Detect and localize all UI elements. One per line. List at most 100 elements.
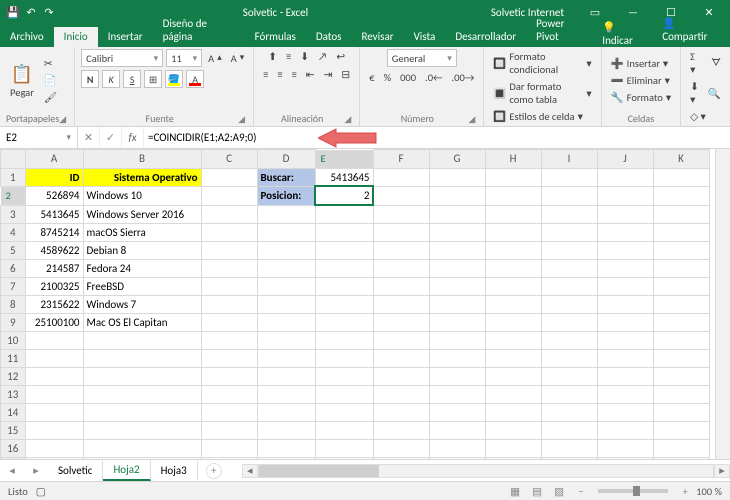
row-header[interactable]: 13	[1, 385, 26, 403]
column-header[interactable]: C	[201, 150, 257, 169]
cell[interactable]	[429, 223, 485, 241]
cell[interactable]	[485, 439, 541, 457]
cell[interactable]	[653, 439, 709, 457]
cell[interactable]	[83, 331, 201, 349]
cell[interactable]	[485, 223, 541, 241]
cell[interactable]	[653, 186, 709, 205]
cell[interactable]	[257, 241, 315, 259]
cell[interactable]	[25, 385, 83, 403]
row-header[interactable]: 4	[1, 223, 26, 241]
formula-input[interactable]: =COINCIDIR(E1;A2:A9;0)	[144, 127, 730, 148]
format-cells-button[interactable]: 🔧 Formato ▾	[608, 90, 675, 105]
merge-button[interactable]: ⊟	[338, 67, 353, 82]
cell[interactable]: 5413645	[315, 168, 373, 186]
cell[interactable]: Posicion:	[257, 186, 315, 205]
cell[interactable]	[429, 277, 485, 295]
column-header[interactable]: E	[316, 150, 373, 168]
autosum-button[interactable]: Σ ▾	[687, 49, 705, 77]
cell[interactable]: Sistema Operativo	[83, 168, 201, 186]
row-header[interactable]: 5	[1, 241, 26, 259]
undo-icon[interactable]: ↶	[24, 6, 38, 20]
cell[interactable]	[541, 349, 597, 367]
cell[interactable]	[429, 295, 485, 313]
cell[interactable]	[315, 421, 373, 439]
cell[interactable]	[257, 439, 315, 457]
sheet-tab-0[interactable]: Solvetic	[48, 461, 103, 480]
delete-cells-button[interactable]: ➖ Eliminar ▾	[608, 73, 675, 88]
font-name-select[interactable]: Calibri▾	[81, 49, 163, 67]
cell[interactable]: 5413645	[25, 205, 83, 223]
cell[interactable]	[201, 223, 257, 241]
cell[interactable]	[201, 457, 257, 459]
align-center-icon[interactable]: ≡	[274, 67, 285, 82]
cell[interactable]	[485, 367, 541, 385]
sheet-nav-prev-icon[interactable]: ◂	[0, 464, 24, 477]
align-left-icon[interactable]: ≡	[260, 67, 271, 82]
cell[interactable]	[201, 205, 257, 223]
cell[interactable]	[373, 331, 429, 349]
cell[interactable]	[653, 313, 709, 331]
cell[interactable]	[485, 457, 541, 459]
cell[interactable]	[25, 421, 83, 439]
increase-font-icon[interactable]: A▴	[205, 51, 224, 66]
cell[interactable]	[597, 421, 653, 439]
cell[interactable]	[83, 421, 201, 439]
conditional-format-button[interactable]: 🔲 Formato condicional ▾	[490, 49, 594, 77]
tab-desarrollador[interactable]: Desarrollador	[445, 27, 526, 47]
cell[interactable]	[541, 295, 597, 313]
cell[interactable]	[653, 385, 709, 403]
cell[interactable]	[485, 168, 541, 186]
increase-decimal-icon[interactable]: .0←	[422, 70, 445, 85]
cell[interactable]	[541, 205, 597, 223]
cell[interactable]	[257, 457, 315, 459]
cell[interactable]	[315, 331, 373, 349]
redo-icon[interactable]: ↷	[42, 6, 56, 20]
cell[interactable]	[541, 277, 597, 295]
cell[interactable]	[315, 403, 373, 421]
row-header[interactable]: 1	[1, 168, 26, 186]
column-header[interactable]: F	[373, 150, 429, 169]
view-normal-icon[interactable]: ▦	[504, 485, 526, 498]
cell[interactable]	[597, 349, 653, 367]
cell[interactable]	[315, 457, 373, 459]
cell[interactable]	[541, 168, 597, 186]
cell[interactable]	[83, 457, 201, 459]
column-header[interactable]: G	[429, 150, 485, 169]
cell[interactable]	[83, 385, 201, 403]
insert-cells-button[interactable]: ➕ Insertar ▾	[608, 56, 675, 71]
fill-button[interactable]: ⬇ ▾	[687, 79, 702, 107]
tab-vista[interactable]: Vista	[404, 27, 446, 47]
cell[interactable]	[201, 421, 257, 439]
cell[interactable]	[653, 367, 709, 385]
cell[interactable]	[257, 277, 315, 295]
cell[interactable]	[201, 259, 257, 277]
row-header[interactable]: 2	[1, 187, 25, 205]
thousands-icon[interactable]: 000	[397, 70, 419, 85]
sort-filter-button[interactable]: ᗊ	[708, 55, 724, 71]
horizontal-scrollbar[interactable]: ◂ ▸	[242, 464, 730, 478]
cell[interactable]	[25, 349, 83, 367]
row-header[interactable]: 11	[1, 349, 26, 367]
cell[interactable]	[541, 259, 597, 277]
cell[interactable]	[485, 385, 541, 403]
cell[interactable]	[597, 367, 653, 385]
cell[interactable]	[373, 421, 429, 439]
cell[interactable]	[429, 349, 485, 367]
cell[interactable]	[597, 331, 653, 349]
italic-button[interactable]: K	[102, 70, 120, 88]
clear-button[interactable]: ◇ ▾	[687, 109, 709, 124]
cell[interactable]	[373, 367, 429, 385]
cell[interactable]	[373, 385, 429, 403]
cell[interactable]: 526894	[25, 186, 83, 205]
cell[interactable]	[25, 331, 83, 349]
cell[interactable]	[597, 295, 653, 313]
tab-archivo[interactable]: Archivo	[0, 27, 54, 47]
cell[interactable]	[315, 223, 373, 241]
row-header[interactable]: 15	[1, 421, 26, 439]
cell[interactable]	[429, 241, 485, 259]
view-page-layout-icon[interactable]: ▤	[526, 485, 548, 498]
align-middle-icon[interactable]: ≡	[283, 49, 294, 64]
font-launcher-icon[interactable]: ◢	[238, 114, 245, 125]
cancel-formula-icon[interactable]: ✕	[78, 127, 100, 148]
decrease-font-icon[interactable]: A▾	[228, 51, 247, 66]
